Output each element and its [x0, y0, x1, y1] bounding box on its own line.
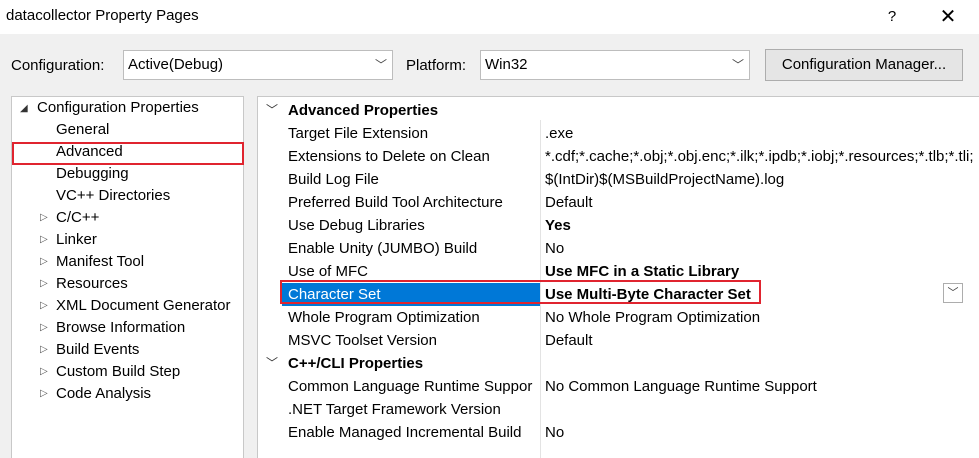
property-row[interactable]: Common Language Runtime Suppor No Common…	[258, 375, 978, 398]
chevron-down-icon: ﹀	[731, 58, 744, 72]
collapsed-triangle-icon[interactable]: ▷	[40, 234, 48, 245]
property-value[interactable]: No	[545, 421, 978, 444]
tree-root-configuration-properties[interactable]: Configuration Properties	[37, 97, 199, 119]
collapsed-triangle-icon[interactable]: ▷	[40, 300, 48, 311]
property-name: Extensions to Delete on Clean	[288, 148, 490, 165]
property-value[interactable]: No Common Language Runtime Support	[545, 375, 978, 398]
category-title: Advanced Properties	[288, 102, 439, 119]
configuration-label: Configuration:	[11, 57, 105, 74]
configuration-value: Active(Debug)	[128, 56, 224, 73]
property-name: Enable Managed Incremental Build	[288, 424, 522, 441]
property-value[interactable]: No	[545, 237, 978, 260]
property-value[interactable]: *.cdf;*.cache;*.obj;*.obj.enc;*.ilk;*.ip…	[545, 145, 978, 168]
property-row[interactable]: Use Debug Libraries Yes	[258, 214, 978, 237]
collapsed-triangle-icon[interactable]: ▷	[40, 212, 48, 223]
collapsed-triangle-icon[interactable]: ▷	[40, 278, 48, 289]
advanced-highlight-box	[12, 142, 244, 165]
property-name: Target File Extension	[288, 125, 429, 142]
category-title: C++/CLI Properties	[288, 355, 424, 372]
property-name: Preferred Build Tool Architecture	[288, 194, 503, 211]
property-name: Build Log File	[288, 171, 379, 188]
tree-item-resources[interactable]: Resources	[56, 273, 128, 295]
property-name: MSVC Toolset Version	[288, 332, 437, 349]
help-button[interactable]: ?	[880, 5, 904, 29]
platform-select[interactable]: Win32 ﹀	[480, 50, 750, 80]
chevron-down-icon[interactable]: ﹀	[266, 352, 278, 375]
property-name: Enable Unity (JUMBO) Build	[288, 240, 478, 257]
property-row[interactable]: Whole Program Optimization No Whole Prog…	[258, 306, 978, 329]
property-row[interactable]: Preferred Build Tool Architecture Defaul…	[258, 191, 978, 214]
platform-label: Platform:	[406, 57, 467, 74]
property-value[interactable]: Yes	[545, 214, 978, 237]
collapsed-triangle-icon[interactable]: ▷	[40, 322, 48, 333]
property-row[interactable]: Extensions to Delete on Clean *.cdf;*.ca…	[258, 145, 978, 168]
property-value[interactable]: .exe	[545, 122, 978, 145]
property-value[interactable]: Default	[545, 329, 978, 352]
category-advanced-properties[interactable]: ﹀ Advanced Properties	[258, 99, 978, 122]
tree-item-browse-information[interactable]: Browse Information	[56, 317, 185, 339]
tree-item-linker[interactable]: Linker	[56, 229, 97, 251]
property-row[interactable]: Target File Extension .exe	[258, 122, 978, 145]
collapsed-triangle-icon[interactable]: ▷	[40, 256, 48, 267]
tree-item-code-analysis[interactable]: Code Analysis	[56, 383, 151, 405]
property-value[interactable]: $(IntDir)$(MSBuildProjectName).log	[545, 168, 978, 191]
tree-item-custom-build-step[interactable]: Custom Build Step	[56, 361, 180, 383]
character-set-dropdown-button[interactable]: ﹀	[943, 283, 963, 303]
property-row[interactable]: Enable Unity (JUMBO) Build No	[258, 237, 978, 260]
tree-item-vc-directories[interactable]: VC++ Directories	[56, 185, 170, 207]
collapsed-triangle-icon[interactable]: ▷	[40, 344, 48, 355]
property-row[interactable]: MSVC Toolset Version Default	[258, 329, 978, 352]
chevron-down-icon: ﹀	[374, 58, 387, 72]
window-title: datacollector Property Pages	[6, 7, 199, 24]
title-bar: datacollector Property Pages ? ✕	[0, 0, 979, 34]
close-button[interactable]: ✕	[934, 5, 962, 29]
property-row[interactable]: Enable Managed Incremental Build No	[258, 421, 978, 444]
property-row[interactable]: Build Log File $(IntDir)$(MSBuildProject…	[258, 168, 978, 191]
collapsed-triangle-icon[interactable]: ▷	[40, 388, 48, 399]
property-name: Common Language Runtime Suppor	[288, 378, 533, 395]
property-name: Use Debug Libraries	[288, 217, 425, 234]
platform-value: Win32	[485, 56, 528, 73]
property-value[interactable]: No Whole Program Optimization	[545, 306, 978, 329]
property-value[interactable]: Default	[545, 191, 978, 214]
expanded-triangle-icon[interactable]: ◢	[20, 103, 28, 114]
category-cli-properties[interactable]: ﹀ C++/CLI Properties	[258, 352, 978, 375]
character-set-highlight-box	[280, 280, 761, 304]
tree-item-xml-document-generator[interactable]: XML Document Generator	[56, 295, 231, 317]
tree-item-manifest-tool[interactable]: Manifest Tool	[56, 251, 144, 273]
configuration-manager-button[interactable]: Configuration Manager...	[765, 49, 963, 81]
tree-item-build-events[interactable]: Build Events	[56, 339, 139, 361]
tree-item-general[interactable]: General	[56, 119, 109, 141]
chevron-down-icon[interactable]: ﹀	[266, 99, 278, 122]
tree-item-c-cpp[interactable]: C/C++	[56, 207, 99, 229]
property-name: Whole Program Optimization	[288, 309, 480, 326]
property-row[interactable]: .NET Target Framework Version	[258, 398, 978, 421]
configuration-select[interactable]: Active(Debug) ﹀	[123, 50, 393, 80]
collapsed-triangle-icon[interactable]: ▷	[40, 366, 48, 377]
tree-item-debugging[interactable]: Debugging	[56, 163, 129, 185]
property-name: .NET Target Framework Version	[288, 401, 501, 418]
